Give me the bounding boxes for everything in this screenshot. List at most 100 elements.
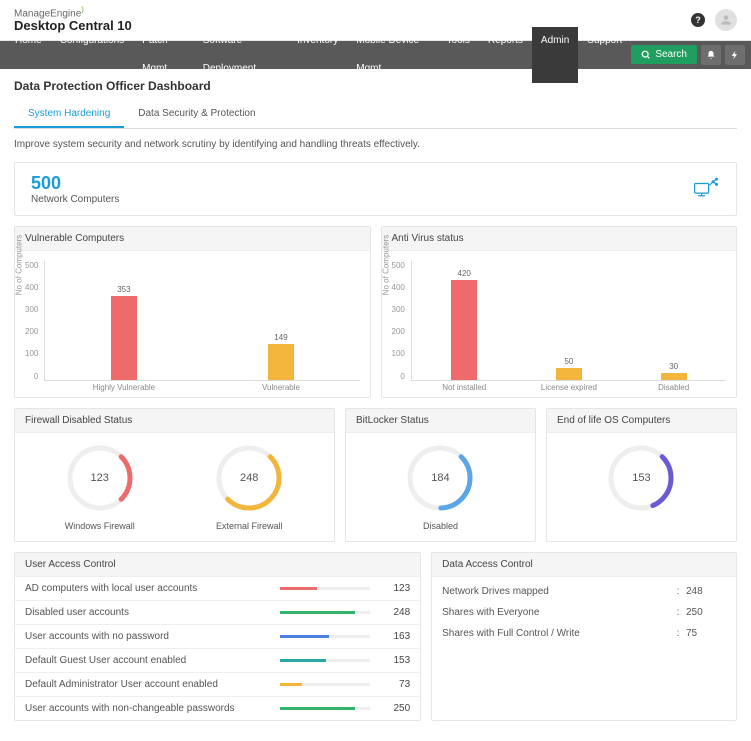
dac-value: 250 xyxy=(686,607,726,618)
bar-label: Not installed xyxy=(442,383,486,392)
vulnerable-bar-chart: 5004003002001000No of Computers353Highly… xyxy=(25,261,360,381)
antivirus-panel: Anti Virus status 5004003002001000No of … xyxy=(381,226,738,398)
bar-label: License expired xyxy=(541,383,597,392)
firewall-panel: Firewall Disabled Status 123 Windows Fir… xyxy=(14,408,335,542)
bar xyxy=(111,296,137,380)
nav-item-home[interactable]: Home xyxy=(6,27,51,83)
donut-block: 153 xyxy=(557,443,726,513)
main-nav: HomeConfigurationsPatch MgmtSoftware Dep… xyxy=(0,41,751,69)
hero-label: Network Computers xyxy=(31,194,119,205)
panel-title: Data Access Control xyxy=(432,553,736,577)
nav-item-reports[interactable]: Reports xyxy=(479,27,532,83)
panel-title: Vulnerable Computers xyxy=(15,227,370,251)
donut-chart: 123 xyxy=(65,443,135,513)
uac-bar xyxy=(280,707,370,710)
bitlocker-panel: BitLocker Status 184 Disabled xyxy=(345,408,536,542)
panel-title: Firewall Disabled Status xyxy=(15,409,334,433)
donut-value: 153 xyxy=(606,443,676,513)
uac-bar xyxy=(280,659,370,662)
uac-row[interactable]: User accounts with no password 163 xyxy=(15,624,420,648)
bar-value: 420 xyxy=(458,269,471,278)
dac-label: Network Drives mapped xyxy=(442,586,670,597)
help-icon[interactable]: ? xyxy=(691,13,705,27)
nav-item-admin[interactable]: Admin xyxy=(532,27,578,83)
uac-row[interactable]: User accounts with non-changeable passwo… xyxy=(15,696,420,720)
bar-value: 149 xyxy=(274,333,287,342)
nav-item-support[interactable]: Support xyxy=(578,27,631,83)
uac-value: 153 xyxy=(380,655,410,666)
uac-label: Disabled user accounts xyxy=(25,607,270,618)
bar xyxy=(556,368,582,380)
data-access-control-panel: Data Access Control Network Drives mappe… xyxy=(431,552,737,721)
hero-card: 500 Network Computers xyxy=(14,162,737,216)
user-access-control-panel: User Access Control AD computers with lo… xyxy=(14,552,421,721)
uac-value: 73 xyxy=(380,679,410,690)
donut-block: 184 Disabled xyxy=(356,443,525,531)
nav-item-inventory[interactable]: Inventory xyxy=(288,27,347,83)
nav-item-tools[interactable]: Tools xyxy=(438,27,479,83)
nav-item-software-deployment[interactable]: Software Deployment xyxy=(194,27,288,83)
uac-value: 250 xyxy=(380,703,410,714)
bar-value: 30 xyxy=(669,362,678,371)
donut-chart: 184 xyxy=(405,443,475,513)
donut-value: 184 xyxy=(405,443,475,513)
uac-label: User accounts with non-changeable passwo… xyxy=(25,703,270,714)
search-button[interactable]: Search xyxy=(631,45,697,64)
page-content: Data Protection Officer Dashboard System… xyxy=(0,69,751,741)
tab-system-hardening[interactable]: System Hardening xyxy=(14,101,124,128)
notification-icon[interactable] xyxy=(701,45,721,65)
dac-row: Network Drives mapped:248 xyxy=(432,581,736,602)
tabs: System HardeningData Security & Protecti… xyxy=(14,101,737,129)
uac-label: AD computers with local user accounts xyxy=(25,583,270,594)
hero-value: 500 xyxy=(31,173,119,194)
uac-bar xyxy=(280,683,370,686)
uac-value: 248 xyxy=(380,607,410,618)
subtitle: Improve system security and network scru… xyxy=(14,139,737,150)
bar xyxy=(268,344,294,379)
dac-value: 248 xyxy=(686,586,726,597)
panel-title: Anti Virus status xyxy=(382,227,737,251)
nav-item-mobile-device-mgmt[interactable]: Mobile Device Mgmt xyxy=(347,27,437,83)
avatar[interactable] xyxy=(715,9,737,31)
uac-value: 123 xyxy=(380,583,410,594)
donut-block: 123 Windows Firewall xyxy=(25,443,174,531)
eol-panel: End of life OS Computers 153 xyxy=(546,408,737,542)
bar-label: Highly Vulnerable xyxy=(93,383,155,392)
tab-data-security-protection[interactable]: Data Security & Protection xyxy=(124,101,269,128)
donut-value: 248 xyxy=(214,443,284,513)
bolt-icon[interactable] xyxy=(725,45,745,65)
uac-label: Default Guest User account enabled xyxy=(25,655,270,666)
donut-value: 123 xyxy=(65,443,135,513)
donut-block: 248 External Firewall xyxy=(174,443,323,531)
antivirus-bar-chart: 5004003002001000No of Computers420Not in… xyxy=(392,261,727,381)
uac-bar xyxy=(280,611,370,614)
uac-label: User accounts with no password xyxy=(25,631,270,642)
dac-row: Shares with Full Control / Write:75 xyxy=(432,623,736,644)
nav-item-patch-mgmt[interactable]: Patch Mgmt xyxy=(133,27,194,83)
donut-chart: 153 xyxy=(606,443,676,513)
bar-label: Disabled xyxy=(658,383,689,392)
uac-value: 163 xyxy=(380,631,410,642)
panel-title: User Access Control xyxy=(15,553,420,577)
search-label: Search xyxy=(655,49,687,60)
dac-value: 75 xyxy=(686,628,726,639)
dac-row: Shares with Everyone:250 xyxy=(432,602,736,623)
uac-row[interactable]: Default Administrator User account enabl… xyxy=(15,672,420,696)
logo-company: ManageEngine) xyxy=(14,6,132,19)
uac-label: Default Administrator User account enabl… xyxy=(25,679,270,690)
bar-value: 353 xyxy=(117,285,130,294)
nav-item-configurations[interactable]: Configurations xyxy=(51,27,133,83)
uac-row[interactable]: AD computers with local user accounts 12… xyxy=(15,577,420,600)
bar-label: Vulnerable xyxy=(262,383,300,392)
donut-chart: 248 xyxy=(214,443,284,513)
bar xyxy=(451,280,477,380)
bar xyxy=(661,373,687,380)
uac-row[interactable]: Default Guest User account enabled 153 xyxy=(15,648,420,672)
vulnerable-computers-panel: Vulnerable Computers 5004003002001000No … xyxy=(14,226,371,398)
dac-label: Shares with Full Control / Write xyxy=(442,628,670,639)
uac-row[interactable]: Disabled user accounts 248 xyxy=(15,600,420,624)
uac-bar xyxy=(280,635,370,638)
network-computers-icon xyxy=(692,176,720,201)
dac-label: Shares with Everyone xyxy=(442,607,670,618)
uac-bar xyxy=(280,587,370,590)
